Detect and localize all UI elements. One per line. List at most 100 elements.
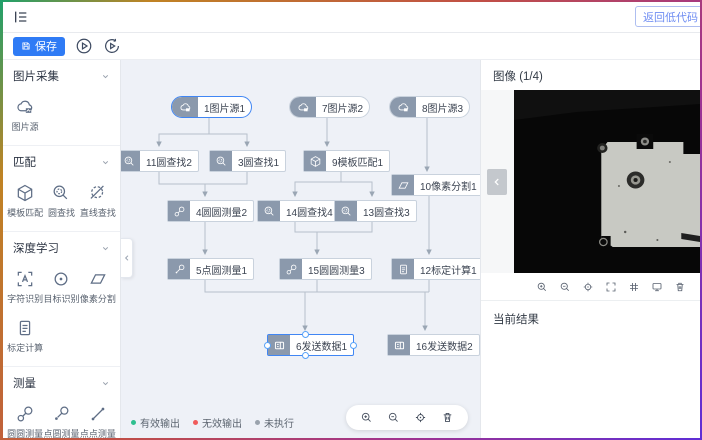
sidebar-item-circle-circle-measure[interactable]: 圆圆测量 <box>7 404 43 438</box>
flow-canvas[interactable]: 1图片源1 7图片源2 8图片源3 11圆查找2 3圆查找1 9模板匹配1 <box>121 60 480 438</box>
sidebar-item-pixel-segmentation[interactable]: 像素分割 <box>80 269 116 305</box>
node-handle-left[interactable] <box>264 342 271 349</box>
camera-image[interactable] <box>514 90 700 273</box>
circle-circle-measure-icon <box>280 259 302 279</box>
segmentation-icon <box>392 175 414 195</box>
circle-find-icon <box>335 201 357 221</box>
toolbar: 保存 <box>3 33 700 60</box>
canvas-zoom-toolbar <box>346 405 468 430</box>
fullscreen-icon[interactable] <box>605 281 617 293</box>
zoom-out-icon[interactable] <box>387 411 400 424</box>
flow-node-circle-find-3[interactable]: 13圆查找3 <box>334 200 417 222</box>
section-header[interactable]: 深度学习 <box>3 236 120 260</box>
section-header[interactable]: 图片采集 <box>3 64 120 88</box>
cube-icon <box>15 183 35 203</box>
sidebar-collapse-handle[interactable] <box>121 238 133 278</box>
flow-node-send-data-2[interactable]: 16发送数据2 <box>387 334 480 356</box>
section-image-capture: 图片采集 图片源 <box>3 60 120 146</box>
image-viewer <box>481 90 700 273</box>
send-data-icon <box>268 335 290 355</box>
grid-icon[interactable] <box>628 281 640 293</box>
play-loop-icon <box>103 37 121 55</box>
section-title: 测量 <box>13 375 36 391</box>
flow-node-template-match-1[interactable]: 9模板匹配1 <box>303 150 390 172</box>
main-area: 图片采集 图片源 匹配 模板匹配 <box>3 60 700 438</box>
flow-node-send-data-1[interactable]: 6发送数据1 <box>267 334 354 356</box>
run-loop-button[interactable] <box>103 37 121 55</box>
prev-image-button[interactable] <box>487 169 507 195</box>
header: 返回低代码 <box>3 2 700 33</box>
section-match: 匹配 模板匹配 圆查找 直线查找 <box>3 146 120 232</box>
section-header[interactable]: 测量 <box>3 371 120 395</box>
save-label: 保存 <box>35 38 57 54</box>
section-title: 图片采集 <box>13 68 59 84</box>
flow-node-image-source-3[interactable]: 8图片源3 <box>389 96 470 118</box>
trash-icon[interactable] <box>441 411 454 424</box>
flow-node-image-source-2[interactable]: 7图片源2 <box>289 96 370 118</box>
chevron-down-icon <box>101 244 110 253</box>
flow-node-circle-circle-measure-3[interactable]: 15圆圆测量3 <box>279 258 372 280</box>
return-lowcode-button[interactable]: 返回低代码 <box>635 6 700 27</box>
legend-valid-output: 有效输出 <box>131 415 180 430</box>
flow-node-point-circle-measure-1[interactable]: 5点圆测量1 <box>167 258 254 280</box>
menu-icon[interactable] <box>13 9 29 25</box>
play-icon <box>75 37 93 55</box>
zoom-in-icon[interactable] <box>536 281 548 293</box>
sidebar-item-circle-find[interactable]: 圆查找 <box>43 183 79 219</box>
flow-node-circle-circle-measure-2[interactable]: 4圆圆测量2 <box>167 200 254 222</box>
sidebar-item-calibration-calc[interactable]: 标定计算 <box>7 318 43 354</box>
cloud-icon <box>172 97 198 117</box>
export-icon[interactable] <box>651 281 663 293</box>
sidebar-item-line-find[interactable]: 直线查找 <box>80 183 116 219</box>
sidebar-item-image-source[interactable]: 图片源 <box>7 97 43 133</box>
cloud-image-icon <box>15 97 35 117</box>
locate-icon[interactable] <box>414 411 427 424</box>
section-header[interactable]: 匹配 <box>3 150 120 174</box>
current-result-title: 当前结果 <box>481 301 700 337</box>
flow-node-circle-find-1[interactable]: 3圆查找1 <box>209 150 286 172</box>
locate-icon[interactable] <box>582 281 594 293</box>
chevron-down-icon <box>101 379 110 388</box>
circle-circle-measure-icon <box>168 201 190 221</box>
sidebar-item-char-recognition[interactable]: 字符识别 <box>7 269 43 305</box>
image-panel-title: 图像 (1/4) <box>481 60 700 90</box>
chevron-down-icon <box>101 72 110 81</box>
app-window: 返回低代码 保存 图片采集 图片源 <box>3 2 700 438</box>
zoom-in-icon[interactable] <box>360 411 373 424</box>
image-toolbar <box>481 273 700 301</box>
section-measure: 测量 圆圆测量 点圆测量 点点测量 <box>3 367 120 438</box>
trash-icon[interactable] <box>674 281 686 293</box>
section-title: 匹配 <box>13 154 36 170</box>
sidebar-item-point-circle-measure[interactable]: 点圆测量 <box>43 404 79 438</box>
sidebar-item-template-match[interactable]: 模板匹配 <box>7 183 43 219</box>
ocr-icon <box>15 269 35 289</box>
preview-panel: 图像 (1/4) <box>480 60 700 438</box>
cloud-icon <box>290 97 316 117</box>
circle-find-icon <box>121 151 140 171</box>
chevron-left-icon <box>492 177 502 187</box>
segmentation-icon <box>88 269 108 289</box>
chevron-left-icon <box>123 254 131 262</box>
flow-node-circle-find-4[interactable]: 14圆查找4 <box>257 200 340 222</box>
point-circle-measure-icon <box>51 404 71 424</box>
node-handle-bottom[interactable] <box>302 352 309 359</box>
circle-find-icon <box>258 201 280 221</box>
save-button[interactable]: 保存 <box>13 37 65 56</box>
legend-not-executed: 未执行 <box>255 415 294 430</box>
flow-node-calibration-calc-1[interactable]: 12标定计算1 <box>391 258 480 280</box>
flow-node-image-source-1[interactable]: 1图片源1 <box>171 96 252 118</box>
point-point-measure-icon <box>88 404 108 424</box>
line-find-icon <box>88 183 108 203</box>
run-once-button[interactable] <box>75 37 93 55</box>
zoom-out-icon[interactable] <box>559 281 571 293</box>
circle-circle-measure-icon <box>15 404 35 424</box>
flow-node-circle-find-2[interactable]: 11圆查找2 <box>121 150 199 172</box>
sidebar-item-point-point-measure[interactable]: 点点测量 <box>80 404 116 438</box>
send-data-icon <box>388 335 410 355</box>
document-icon <box>15 318 35 338</box>
green-dot <box>131 420 136 425</box>
sidebar-item-target-recognition[interactable]: 目标识别 <box>43 269 79 305</box>
target-icon <box>51 269 71 289</box>
flow-node-pixel-segmentation-1[interactable]: 10像素分割1 <box>391 174 480 196</box>
node-handle-top[interactable] <box>302 331 309 338</box>
